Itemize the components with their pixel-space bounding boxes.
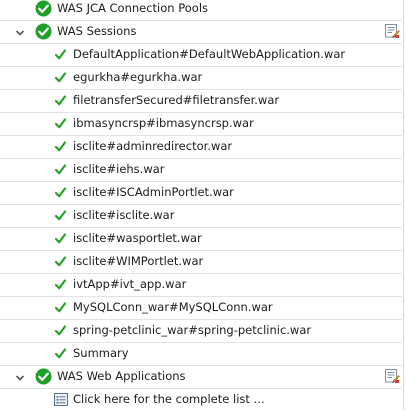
- tree-item-session[interactable]: filetransferSecured#filetransfer.war: [0, 89, 402, 113]
- tree-item-label: WAS Sessions: [57, 24, 137, 38]
- tree-item-label: ivtApp#ivt_app.war: [73, 277, 187, 291]
- check-icon: [54, 256, 67, 267]
- check-icon: [54, 233, 67, 244]
- check-icon: [54, 302, 67, 313]
- tree-item-label: Click here for the complete list ...: [73, 392, 265, 406]
- check-icon: [54, 49, 67, 60]
- tree-item-session[interactable]: isclite#iehs.war: [0, 158, 402, 182]
- check-icon: [54, 164, 67, 175]
- tree-item-label: isclite#isclite.war: [73, 208, 175, 222]
- check-icon: [54, 118, 67, 129]
- tree-item-label: DefaultApplication#DefaultWebApplication…: [73, 47, 346, 61]
- tree-item-label: MySQLConn_war#MySQLConn.war: [73, 300, 273, 314]
- tree-item-was-web-applications[interactable]: WAS Web Applications: [0, 365, 402, 389]
- edit-icon[interactable]: [384, 23, 400, 39]
- chevron-down-icon[interactable]: [15, 373, 25, 383]
- tree-item-session[interactable]: isclite#wasportlet.war: [0, 227, 402, 251]
- tree-item-session[interactable]: spring-petclinic_war#spring-petclinic.wa…: [0, 319, 402, 343]
- tree-item-label: isclite#WIMPortlet.war: [73, 254, 204, 268]
- tree-item-session[interactable]: isclite#ISCAdminPortlet.war: [0, 181, 402, 205]
- tree-item-session[interactable]: ivtApp#ivt_app.war: [0, 273, 402, 297]
- chevron-down-icon[interactable]: [15, 28, 25, 38]
- tree-item-was-jca-connection-pools[interactable]: WAS JCA Connection Pools: [0, 0, 402, 21]
- tree-item-session[interactable]: isclite#WIMPortlet.war: [0, 250, 402, 274]
- check-icon: [54, 141, 67, 152]
- check-icon: [54, 348, 67, 359]
- tree-item-label: WAS Web Applications: [57, 369, 186, 383]
- tree-item-label: isclite#wasportlet.war: [73, 231, 202, 245]
- tree-item-session[interactable]: ibmasyncrsp#ibmasyncrsp.war: [0, 112, 402, 136]
- tree-item-label: spring-petclinic_war#spring-petclinic.wa…: [73, 323, 312, 337]
- tree-item-session[interactable]: egurkha#egurkha.war: [0, 66, 402, 90]
- edit-icon[interactable]: [384, 368, 400, 384]
- tree-item-session[interactable]: isclite#isclite.war: [0, 204, 402, 228]
- tree-item-label: egurkha#egurkha.war: [73, 70, 203, 84]
- status-ok-icon: [35, 0, 52, 17]
- tree-item-summary[interactable]: Summary: [0, 342, 402, 366]
- tree-item-session[interactable]: MySQLConn_war#MySQLConn.war: [0, 296, 402, 320]
- tree-item-label: filetransferSecured#filetransfer.war: [73, 93, 280, 107]
- check-icon: [54, 210, 67, 221]
- check-icon: [54, 187, 67, 198]
- check-icon: [54, 72, 67, 83]
- tree-item-session[interactable]: DefaultApplication#DefaultWebApplication…: [0, 43, 402, 67]
- status-ok-icon: [35, 368, 52, 385]
- status-ok-icon: [35, 23, 52, 40]
- tree-item-label: isclite#iehs.war: [73, 162, 165, 176]
- tree-item-session[interactable]: isclite#adminredirector.war: [0, 135, 402, 159]
- check-icon: [54, 325, 67, 336]
- pane-border: [403, 0, 404, 410]
- tree-item-label: Summary: [73, 346, 129, 360]
- tree-item-label: isclite#ISCAdminPortlet.war: [73, 185, 234, 199]
- check-icon: [54, 95, 67, 106]
- tree-item-label: isclite#adminredirector.war: [73, 139, 233, 153]
- complete-list-link[interactable]: Click here for the complete list ...: [0, 388, 402, 411]
- tree-item-was-sessions[interactable]: WAS Sessions: [0, 20, 402, 44]
- list-icon: [54, 393, 68, 406]
- check-icon: [54, 279, 67, 290]
- tree-item-label: ibmasyncrsp#ibmasyncrsp.war: [73, 116, 254, 130]
- tree-item-label: WAS JCA Connection Pools: [57, 1, 209, 15]
